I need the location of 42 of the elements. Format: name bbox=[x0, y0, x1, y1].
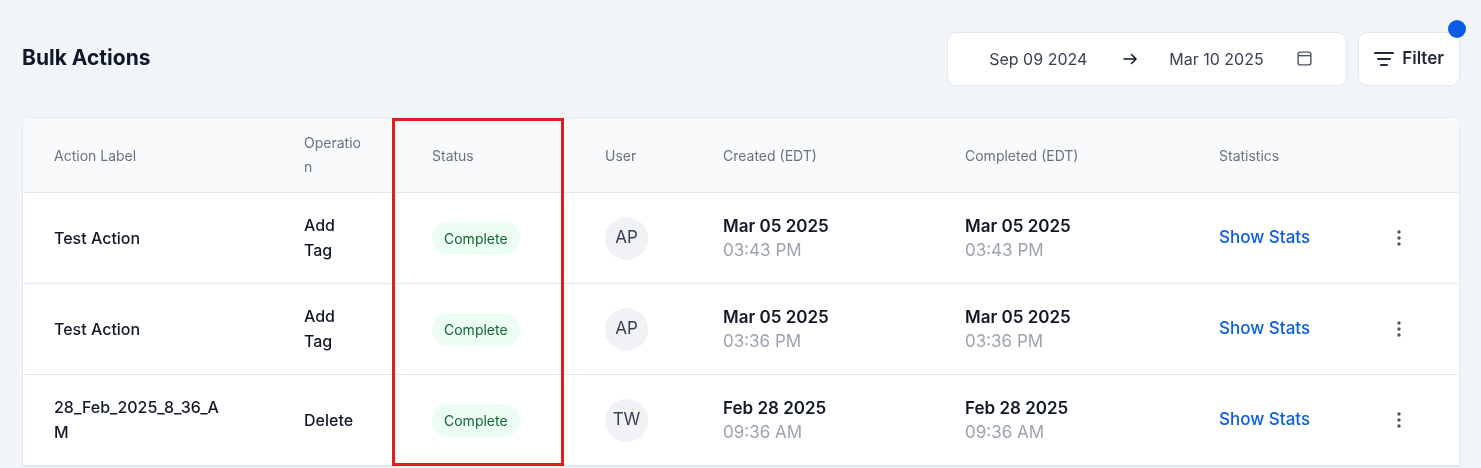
calendar-icon bbox=[1296, 50, 1314, 67]
created-date: Feb 28 2025 bbox=[723, 397, 828, 420]
column-header: Status bbox=[432, 146, 474, 164]
completed-date: Mar 05 2025 bbox=[965, 306, 1072, 329]
page-title: Bulk Actions bbox=[22, 43, 151, 72]
created-date: Mar 05 2025 bbox=[723, 215, 830, 238]
column-header: Operation bbox=[304, 133, 362, 177]
show-stats-link[interactable]: Show Stats bbox=[1219, 318, 1311, 339]
action-label-cell-text: 28_Feb_2025_8_36_AM bbox=[54, 396, 220, 444]
action-label-cell-text: Test Action bbox=[54, 226, 142, 250]
created-date: Mar 05 2025 bbox=[723, 306, 830, 329]
created-time: 03:43 PM bbox=[723, 239, 803, 262]
user-avatar: AP bbox=[605, 307, 648, 351]
status-badge: Complete bbox=[432, 312, 520, 346]
filter-button[interactable]: Filter bbox=[1358, 31, 1460, 86]
column-header: Created (EDT) bbox=[723, 146, 817, 164]
completed-date: Mar 05 2025 bbox=[965, 215, 1072, 238]
created-time: 03:36 PM bbox=[723, 330, 803, 353]
show-stats-link[interactable]: Show Stats bbox=[1219, 227, 1311, 248]
column-header: User bbox=[605, 146, 637, 164]
operation-cell-text: Delete bbox=[304, 408, 355, 432]
created-time: 09:36 AM bbox=[723, 421, 804, 444]
completed-date: Feb 28 2025 bbox=[965, 397, 1070, 420]
operation-cell-text: Add Tag bbox=[304, 214, 336, 262]
operation-cell-text: Add Tag bbox=[304, 305, 336, 353]
more-options-icon[interactable] bbox=[1397, 412, 1401, 428]
user-avatar: TW bbox=[605, 398, 648, 442]
column-header: Action Label bbox=[54, 146, 137, 164]
completed-time: 03:43 PM bbox=[965, 239, 1045, 262]
status-badge: Complete bbox=[432, 221, 520, 255]
show-stats-link[interactable]: Show Stats bbox=[1219, 409, 1311, 430]
date-range-field[interactable]: Sep 09 2024 Mar 10 2025 bbox=[947, 31, 1348, 86]
column-header: Statistics bbox=[1219, 146, 1280, 164]
action-label-cell-text: Test Action bbox=[54, 317, 142, 341]
status-badge: Complete bbox=[432, 403, 520, 437]
more-options-icon[interactable] bbox=[1397, 230, 1401, 246]
filter-icon bbox=[1374, 50, 1395, 67]
completed-time: 03:36 PM bbox=[965, 330, 1045, 353]
completed-time: 09:36 AM bbox=[965, 421, 1046, 444]
user-avatar: AP bbox=[605, 216, 648, 260]
column-header: Completed (EDT) bbox=[965, 146, 1079, 164]
more-options-icon[interactable] bbox=[1397, 321, 1401, 337]
